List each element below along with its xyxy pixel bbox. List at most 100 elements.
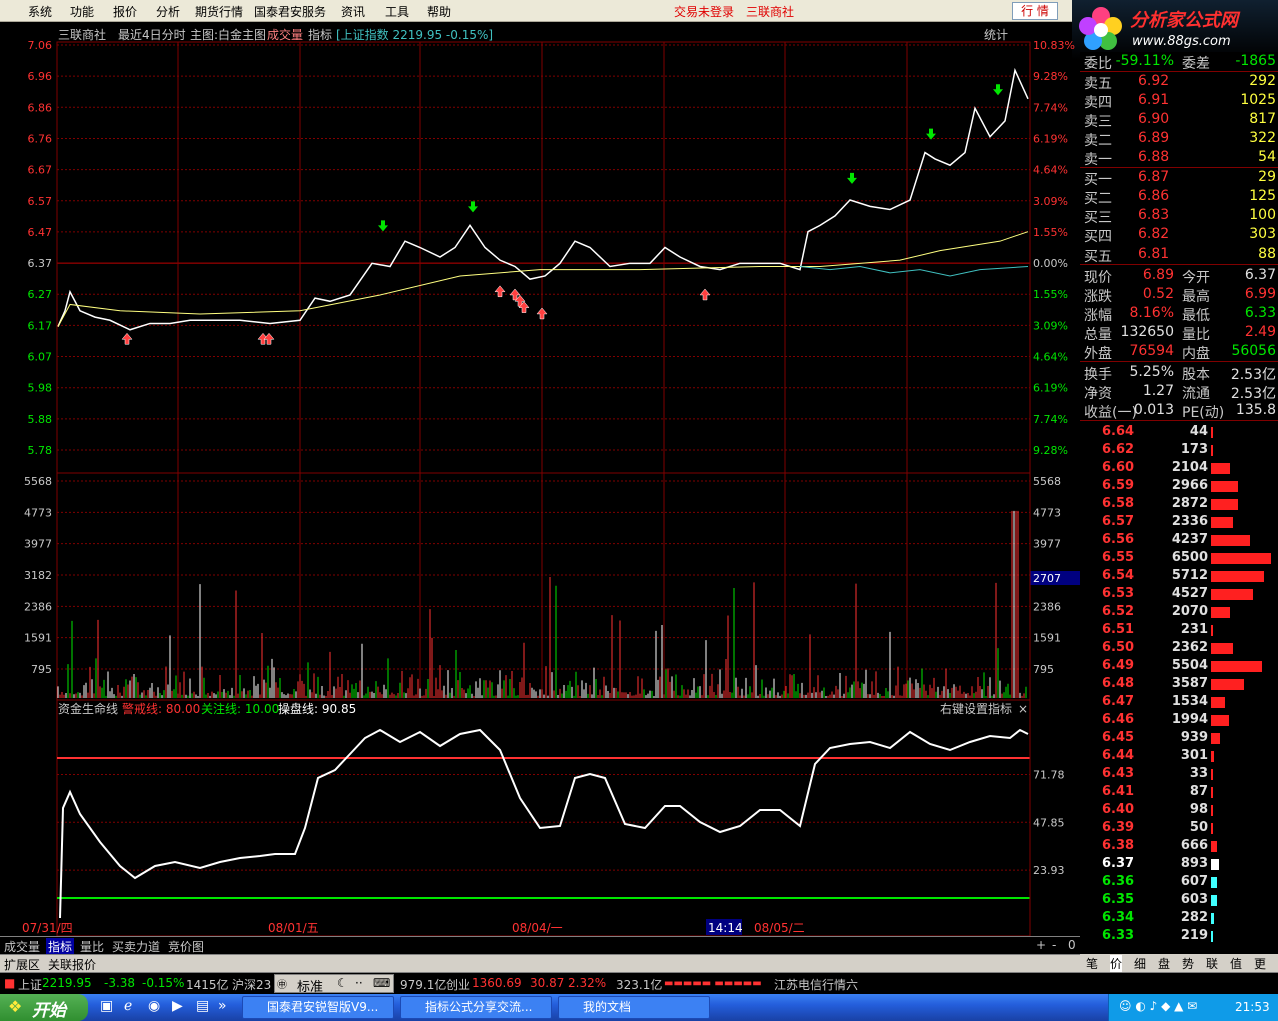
quicklaunch-app-icon[interactable]: ◉ <box>148 998 160 1014</box>
tab-volume[interactable]: 成交量 <box>2 938 42 955</box>
stat-button[interactable]: 统计 <box>984 26 1008 43</box>
ime-mode[interactable]: 标准 <box>297 976 323 995</box>
depth-bar <box>1211 679 1244 690</box>
menu-futures[interactable]: 期货行情 <box>195 3 243 20</box>
depth-row: 6.45 939 <box>1082 730 1278 748</box>
depth-volume: 603 <box>1180 892 1208 907</box>
depth-row: 6.35 603 <box>1082 892 1278 910</box>
ticker-news[interactable]: 江苏电信行情六 <box>774 976 858 993</box>
header-indicator[interactable]: 指标 <box>308 26 332 43</box>
ime-icon[interactable]: ㊥ <box>277 976 287 991</box>
tab-auction[interactable]: 竞价图 <box>166 938 206 955</box>
task-forum[interactable]: 指标公式分享交流... <box>400 996 552 1019</box>
depth-volume: 98 <box>1189 802 1208 817</box>
quicklaunch-more-icon[interactable]: » <box>218 998 227 1014</box>
quote-value2: 6.33 <box>1244 305 1276 321</box>
depth-bar <box>1211 697 1225 708</box>
quicklaunch-media-icon[interactable]: ▶ <box>172 998 183 1014</box>
chart-area[interactable]: 7.06 6.96 6.86 6.76 6.67 6.57 6.47 6.37 6.27 6.17… <box>0 22 1080 936</box>
header-volume[interactable]: 成交量 <box>267 26 303 43</box>
menu-system[interactable]: 系统 <box>28 3 52 20</box>
indicator-operate-label: 操盘线: 90.85 <box>278 701 356 716</box>
tab-volume-ratio[interactable]: 量比 <box>78 938 106 955</box>
task-guotai-app[interactable]: 国泰君安锐智版V9... <box>242 996 394 1019</box>
ime-keyboard-icon[interactable]: ⌨ <box>373 976 390 990</box>
depth-price: 6.59 <box>1102 478 1135 493</box>
tray-clock[interactable]: 21:53 <box>1235 1000 1270 1014</box>
ime-toolbar[interactable]: ㊥ 标准 ☾ ·· ⌨ <box>274 974 394 995</box>
ticker-cy-value: 1360.69 <box>472 976 522 990</box>
ime-punct-icon[interactable]: ·· <box>355 976 363 990</box>
depth-row: 6.44 301 <box>1082 748 1278 766</box>
depth-bar <box>1211 661 1262 672</box>
start-button[interactable]: ❖ 开始 <box>0 994 88 1021</box>
tab-indicator[interactable]: 指标 <box>46 938 75 955</box>
volume-tick-label-right: 5568 <box>1033 475 1061 488</box>
ticker-sh-value: 2219.95 <box>42 976 92 990</box>
menu-service[interactable]: 国泰君安服务 <box>254 3 326 20</box>
volume-tick-label: 2386 <box>24 600 52 613</box>
zoom-in-button[interactable]: + <box>1034 938 1048 952</box>
zoom-out-button[interactable]: - <box>1050 938 1058 952</box>
menu-function[interactable]: 功能 <box>70 3 94 20</box>
quote-value2: 54 <box>1258 149 1276 165</box>
depth-bar <box>1211 715 1229 726</box>
quote-value: 0.013 <box>1133 402 1174 418</box>
ticker-cy-pct: 2.32% <box>568 976 607 990</box>
tab-buy-sell-power[interactable]: 买卖力道 <box>110 938 162 955</box>
sell-arrow-icon <box>993 84 1003 96</box>
quote-label: 卖二 <box>1084 133 1112 149</box>
right-tab[interactable]: 盘 <box>1158 955 1170 972</box>
header-stock-name: 三联商社 <box>58 28 107 42</box>
depth-row: 6.55 6500 <box>1082 550 1278 568</box>
zoom-reset-button[interactable]: 0 <box>1066 938 1078 952</box>
volume-tick-label: 3977 <box>24 538 52 551</box>
depth-price: 6.40 <box>1102 802 1135 817</box>
quote-value2: 303 <box>1249 226 1276 242</box>
price-tick-label: 6.76 <box>28 132 53 145</box>
buy-arrow-icon <box>699 288 711 301</box>
tray-icons[interactable]: ☺ ◐ ♪ ◆ ▲ ✉ <box>1119 999 1197 1013</box>
menu-help[interactable]: 帮助 <box>427 3 451 20</box>
depth-price: 6.62 <box>1102 442 1135 457</box>
quicklaunch-ie-icon[interactable]: ℯ <box>124 998 132 1014</box>
quote-label: 换手 <box>1084 367 1112 383</box>
quicklaunch-folder-icon[interactable]: ▤ <box>196 998 209 1014</box>
right-tab[interactable]: 联 <box>1206 955 1218 972</box>
quote-value: 6.90 <box>1138 111 1170 127</box>
menu-news[interactable]: 资讯 <box>341 3 365 20</box>
indicator-close-icon[interactable]: × <box>1018 702 1028 716</box>
task-my-documents[interactable]: 我的文档 <box>558 996 710 1019</box>
depth-volume: 2104 <box>1171 460 1208 475</box>
depth-bar <box>1211 553 1271 564</box>
ticker-cy-change: 30.87 <box>530 976 565 990</box>
depth-volume: 231 <box>1180 622 1208 637</box>
depth-row: 6.34 282 <box>1082 910 1278 928</box>
quote-label2: 股本 <box>1182 367 1210 383</box>
quicklaunch-desktop-icon[interactable]: ▣ <box>100 998 113 1014</box>
depth-row: 6.58 2872 <box>1082 496 1278 514</box>
quote-value: 6.88 <box>1138 149 1170 165</box>
depth-bar <box>1211 481 1238 492</box>
right-tab[interactable]: 价 <box>1110 955 1123 972</box>
date-axis-label: 07/31/四 <box>22 921 73 935</box>
quote-value2: 1025 <box>1240 92 1276 108</box>
header-main-chart[interactable]: 主图:白金主图 <box>190 26 266 43</box>
header-period[interactable]: 最近4日分时 <box>118 26 186 43</box>
menu-analysis[interactable]: 分析 <box>156 3 180 20</box>
depth-volume: 44 <box>1189 424 1208 439</box>
right-tab[interactable]: 笔 <box>1086 955 1098 972</box>
ime-moon-icon[interactable]: ☾ <box>337 976 348 990</box>
menu-tools[interactable]: 工具 <box>385 3 409 20</box>
depth-price: 6.41 <box>1102 784 1135 799</box>
depth-bar <box>1211 895 1217 906</box>
right-tab[interactable]: 值 <box>1230 955 1242 972</box>
menu-quote[interactable]: 报价 <box>113 3 137 20</box>
tab-extension[interactable]: 扩展区 <box>4 956 40 973</box>
right-tab[interactable]: 细 <box>1134 955 1146 972</box>
tab-related-quote[interactable]: 关联报价 <box>48 956 96 973</box>
right-tab[interactable]: 势 <box>1182 955 1194 972</box>
quote-mode-button[interactable]: 行 情 <box>1012 2 1058 20</box>
right-tab[interactable]: 更 <box>1254 955 1266 972</box>
quote-label2: 内盘 <box>1182 346 1210 362</box>
